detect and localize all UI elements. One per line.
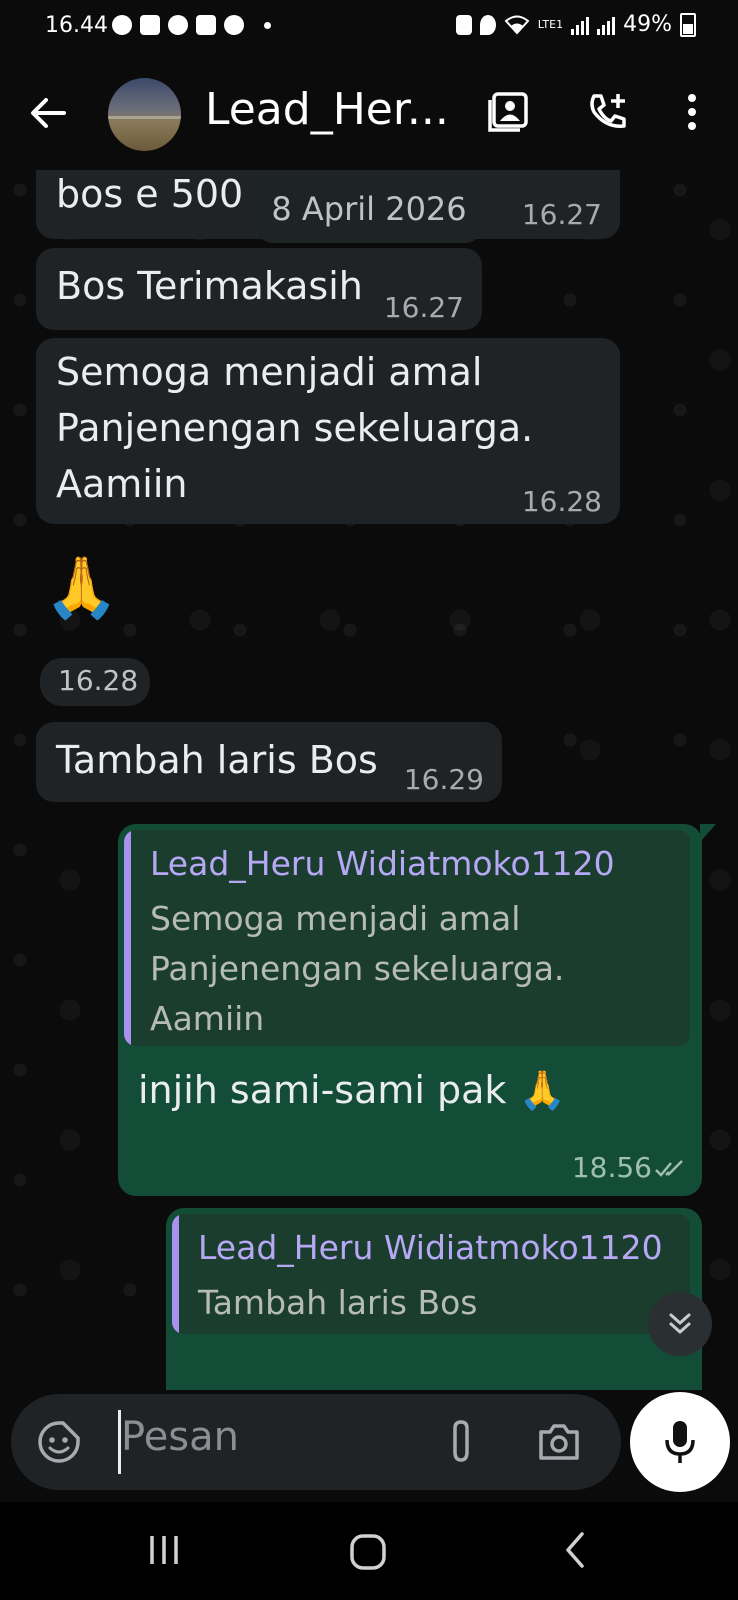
signal-icon-2 [597, 15, 616, 35]
quote-bar [124, 830, 131, 1046]
message-time: 18.56 [571, 1151, 652, 1184]
voice-message-button[interactable] [630, 1392, 730, 1492]
status-bar: 16.44 LTE1 49% [0, 0, 738, 58]
battery-icon [680, 12, 696, 37]
system-navigation-bar [0, 1502, 738, 1600]
attach-icon[interactable] [441, 1418, 481, 1466]
alarm-icon [455, 14, 472, 35]
contact-card-button[interactable] [484, 88, 532, 136]
back-button[interactable] [28, 93, 68, 133]
message-input[interactable]: Pesan [121, 1414, 239, 1460]
home-icon[interactable] [348, 1532, 388, 1572]
wifi-icon [504, 15, 530, 34]
app-icon [168, 15, 188, 35]
scroll-to-bottom-button[interactable] [648, 1292, 712, 1356]
bubble-tail [700, 824, 716, 842]
avatar[interactable] [108, 78, 181, 151]
mic-icon [665, 1421, 695, 1463]
message-time: 16.29 [403, 763, 484, 796]
contact-name[interactable]: Lead_Her... [205, 84, 449, 135]
message-bubble[interactable]: Semoga menjadi amal Panjenengan sekeluar… [36, 338, 620, 524]
message-time: 16.27 [383, 291, 464, 324]
date-chip: 8 April 2026 [258, 175, 480, 243]
message-text: Tambah laris Bos [56, 738, 378, 782]
facebook-icon [112, 15, 132, 35]
more-vert-icon [688, 94, 696, 130]
network-label: LTE1 [537, 18, 564, 31]
notification-icons [112, 15, 271, 35]
shop-icon [196, 15, 216, 35]
message-text: bos e 500 [56, 172, 244, 216]
message-text: injih sami-sami pak 🙏 [138, 1068, 566, 1112]
outgoing-message[interactable]: Lead_Heru Widiatmoko1120 Semoga menjadi … [118, 824, 716, 1196]
contact-card-icon [488, 92, 528, 132]
emoji-sticker-icon[interactable] [37, 1420, 81, 1464]
quote-author: Lead_Heru Widiatmoko1120 [198, 1228, 663, 1267]
add-call-button[interactable] [584, 88, 632, 136]
emoji-time-chip: 16.28 [40, 658, 150, 706]
quote-author: Lead_Heru Widiatmoko1120 [150, 844, 615, 883]
location-icon [479, 14, 496, 35]
chat-header: Lead_Her... [0, 58, 738, 170]
back-arrow-icon [31, 98, 66, 128]
facebook-icon [224, 15, 244, 35]
message-text: Bos Terimakasih [56, 264, 363, 308]
message-time: 16.28 [58, 664, 139, 697]
signal-icon [571, 15, 590, 35]
more-notifications-dot [264, 21, 271, 29]
system-icons: LTE1 49% [455, 12, 696, 37]
emoji-message[interactable]: 🙏 [44, 548, 119, 628]
scroll-down-icon [669, 1313, 691, 1334]
battery-percent: 49% [623, 12, 672, 37]
quote-text: Semoga menjadi amal Panjenengan sekeluar… [150, 899, 565, 1038]
quoted-message[interactable]: Lead_Heru Widiatmoko1120 Semoga menjadi … [124, 830, 690, 1046]
message-text: Semoga menjadi amal Panjenengan sekeluar… [56, 350, 534, 506]
recent-apps-icon[interactable] [146, 1532, 182, 1568]
message-icon [140, 15, 160, 35]
quote-bar [172, 1214, 179, 1334]
quoted-message[interactable]: Lead_Heru Widiatmoko1120 Tambah laris Bo… [172, 1214, 690, 1334]
camera-icon[interactable] [535, 1420, 583, 1464]
message-time: 16.27 [521, 198, 602, 231]
outgoing-message[interactable]: Lead_Heru Widiatmoko1120 Tambah laris Bo… [166, 1208, 702, 1390]
message-bubble[interactable]: Tambah laris Bos 16.29 [36, 722, 502, 802]
message-composer[interactable]: Pesan [11, 1394, 621, 1490]
double-check-icon [655, 1160, 683, 1177]
message-bubble[interactable]: Bos Terimakasih 16.27 [36, 248, 482, 330]
nav-back-icon[interactable] [560, 1530, 590, 1570]
add-call-icon [590, 94, 626, 128]
status-time: 16.44 [45, 13, 108, 38]
more-options-button[interactable] [668, 88, 716, 136]
quote-text: Tambah laris Bos [198, 1283, 478, 1322]
message-time: 16.28 [521, 485, 602, 518]
chat-area[interactable]: bos e 500 16.27 8 April 2026 Bos Terimak… [0, 170, 738, 1390]
